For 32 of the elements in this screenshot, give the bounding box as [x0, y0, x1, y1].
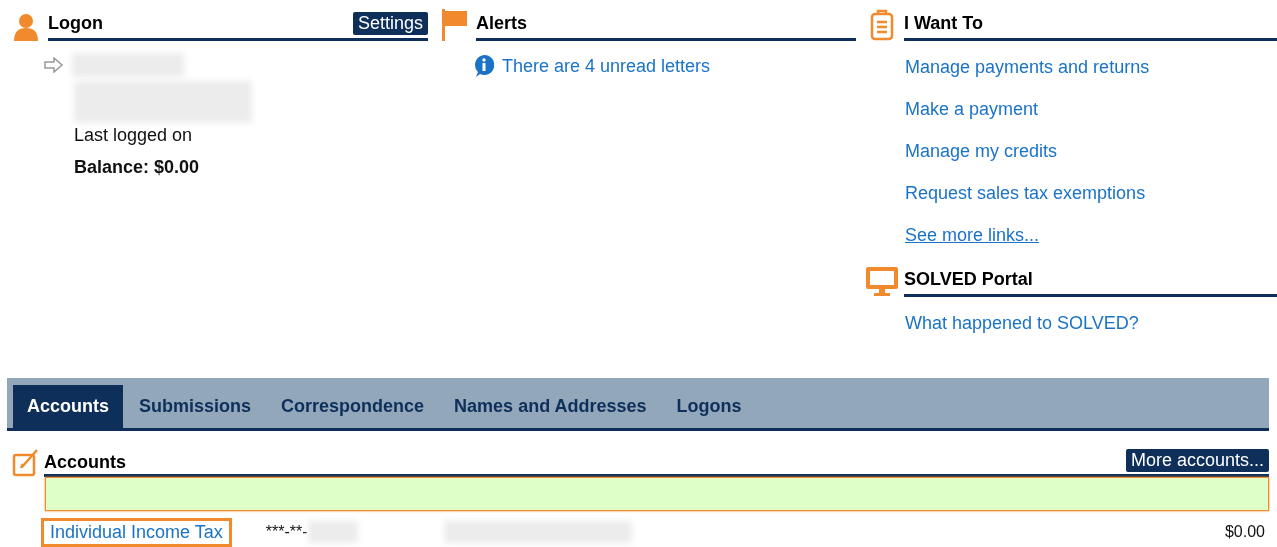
balance-text: Balance: $0.00 [74, 157, 201, 178]
section-title: Alerts [476, 12, 528, 34]
filter-field[interactable] [45, 477, 1269, 511]
edit-icon [12, 447, 40, 477]
info-icon [474, 55, 494, 77]
portal-link[interactable]: What happened to SOLVED? [905, 313, 1139, 333]
person-icon [13, 13, 39, 41]
account-balance: $0.00 [1224, 523, 1265, 541]
action-link[interactable]: Make a payment [905, 99, 1039, 119]
tab[interactable]: Names and Addresses [440, 385, 661, 428]
arrow-icon [44, 57, 64, 73]
action-link[interactable]: See more links... [905, 225, 1040, 245]
action-link[interactable]: Manage my credits [905, 141, 1058, 161]
account-link[interactable]: Individual Income Tax [41, 517, 232, 547]
section-title: SOLVED Portal [904, 268, 1033, 290]
more-accounts-button[interactable]: More accounts... [1125, 449, 1269, 472]
tab[interactable]: Logons [662, 385, 756, 428]
tab[interactable]: Submissions [125, 385, 266, 428]
settings-button[interactable]: Settings [352, 11, 428, 35]
section-title: I Want To [904, 12, 983, 34]
last-logged-on-text: Last logged on [74, 125, 194, 146]
flag-icon [440, 9, 468, 41]
tab[interactable]: Correspondence [267, 385, 439, 428]
section-title: Accounts [44, 452, 126, 473]
tab[interactable]: Accounts [13, 385, 123, 428]
alert-link[interactable]: There are 4 unread letters [502, 55, 711, 77]
action-link[interactable]: Request sales tax exemptions [905, 183, 1146, 203]
account-id: ***-**- [265, 523, 308, 541]
clipboard-icon [870, 9, 894, 41]
action-link[interactable]: Manage payments and returns [905, 57, 1150, 77]
section-title: Logon [48, 12, 103, 34]
monitor-icon [866, 267, 898, 297]
